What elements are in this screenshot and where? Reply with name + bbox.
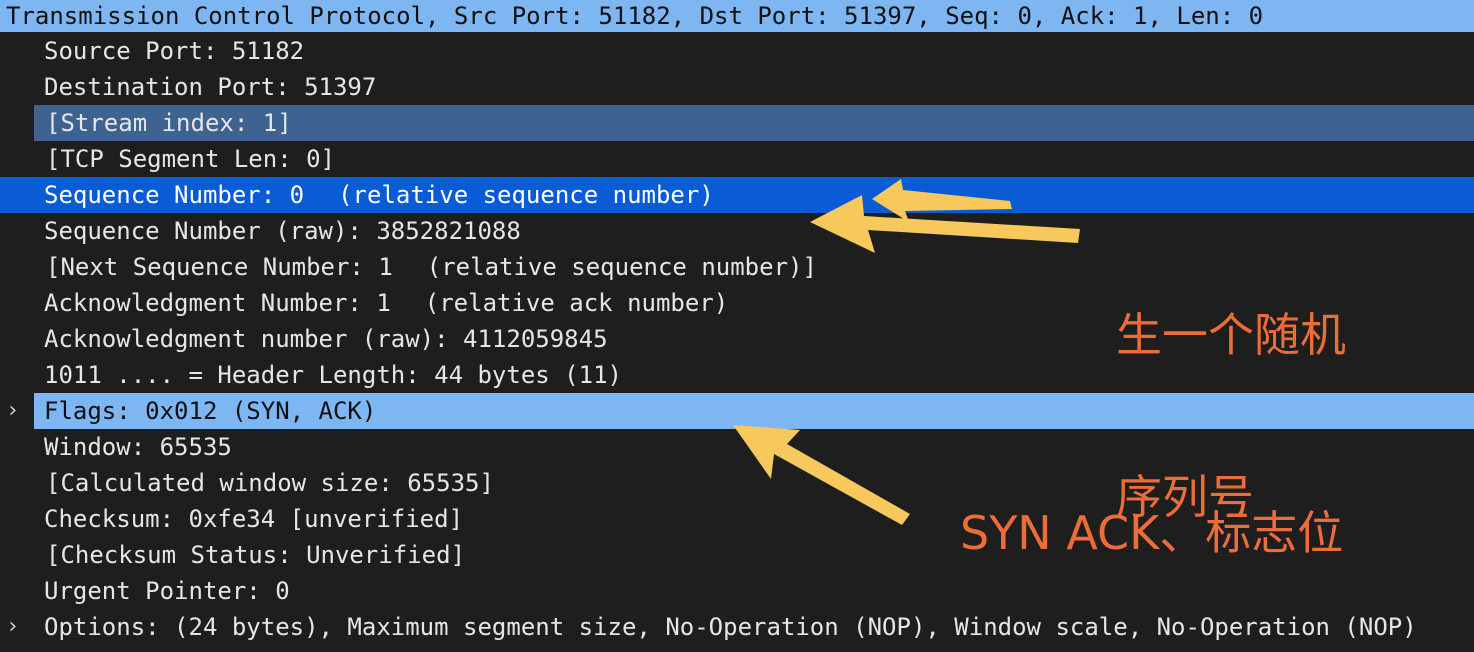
urgent-pointer-row[interactable]: Urgent Pointer: 0 <box>0 573 1474 609</box>
sequence-number-text: Sequence Number: 0 (relative sequence num… <box>44 177 714 213</box>
flags-text: Flags: 0x012 (SYN, ACK) <box>44 397 377 425</box>
source-port-text: Source Port: 51182 <box>44 37 305 65</box>
calculated-window-text: [Calculated window size: 65535] <box>46 469 494 497</box>
segment-len-row[interactable]: [TCP Segment Len: 0] <box>0 141 1474 177</box>
destination-port-text: Destination Port: 51397 <box>44 73 377 101</box>
next-sequence-number-value: [Next Sequence Number: 1 <box>46 253 393 281</box>
ack-number-note: (relative ack number) <box>424 289 729 317</box>
checksum-text: Checksum: 0xfe34 [unverified] <box>44 505 464 533</box>
sequence-number-note: (relative sequence number) <box>338 181 714 209</box>
tcp-header-row[interactable]: Transmission Control Protocol, Src Port:… <box>0 0 1474 32</box>
stream-index-row[interactable]: [Stream index: 1] <box>0 105 1474 141</box>
source-port-row[interactable]: Source Port: 51182 <box>0 33 1474 69</box>
window-text: Window: 65535 <box>44 433 232 461</box>
chevron-right-icon[interactable]: › <box>6 393 26 429</box>
annotation-syn-ack: SYN ACK、标志位 <box>960 506 1344 560</box>
annotation-random-seq-line1: 生一个随机 <box>1116 308 1346 362</box>
ack-number-text: Acknowledgment Number: 1 (relative ack nu… <box>44 285 728 321</box>
header-length-text: 1011 .... = Header Length: 44 bytes (11) <box>44 361 622 389</box>
options-text: Options: (24 bytes), Maximum segment siz… <box>44 613 1417 641</box>
chevron-right-icon[interactable]: › <box>6 609 26 645</box>
sequence-number-raw-text: Sequence Number (raw): 3852821088 <box>44 217 521 245</box>
next-sequence-number-note: (relative sequence number)] <box>426 253 817 281</box>
stream-index-text: [Stream index: 1] <box>46 109 292 137</box>
destination-port-row[interactable]: Destination Port: 51397 <box>0 69 1474 105</box>
options-row[interactable]: › Options: (24 bytes), Maximum segment s… <box>0 609 1474 645</box>
urgent-pointer-text: Urgent Pointer: 0 <box>44 577 290 605</box>
segment-len-text: [TCP Segment Len: 0] <box>46 145 335 173</box>
ack-number-value: Acknowledgment Number: 1 <box>44 289 391 317</box>
checksum-status-text: [Checksum Status: Unverified] <box>46 541 466 569</box>
sequence-number-value: Sequence Number: 0 <box>44 181 305 209</box>
next-sequence-number-text: [Next Sequence Number: 1 (relative sequen… <box>46 249 817 285</box>
ack-number-raw-text: Acknowledgment number (raw): 4112059845 <box>44 325 608 353</box>
